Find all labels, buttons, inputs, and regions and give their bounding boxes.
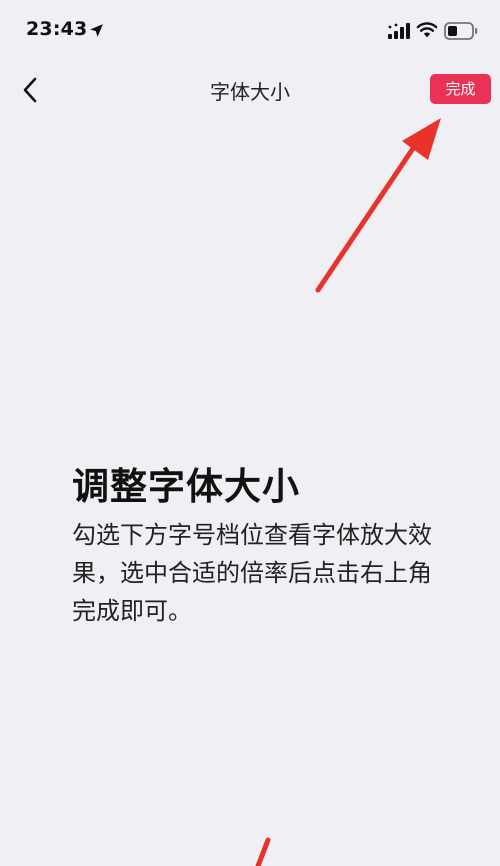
battery-icon [444,22,478,40]
content-description: 勾选下方字号档位查看字体放大效果，选中合适的倍率后点击右上角完成即可。 [72,521,432,625]
annotation-arrow-bottom [255,837,271,866]
done-button[interactable]: 完成 [430,74,491,104]
nav-bar: 字体大小 完成 [0,62,500,118]
status-time: 23:43 [26,18,88,40]
content-heading: 调整字体大小 [72,465,300,508]
annotation-arrow-top [315,118,441,293]
status-bar: 23:43 [0,0,500,62]
wifi-icon [416,22,438,38]
page-title: 字体大小 [210,80,290,104]
cellular-signal-icon [388,23,410,39]
annotation-arrows [255,118,441,866]
location-arrow-icon [90,24,103,37]
